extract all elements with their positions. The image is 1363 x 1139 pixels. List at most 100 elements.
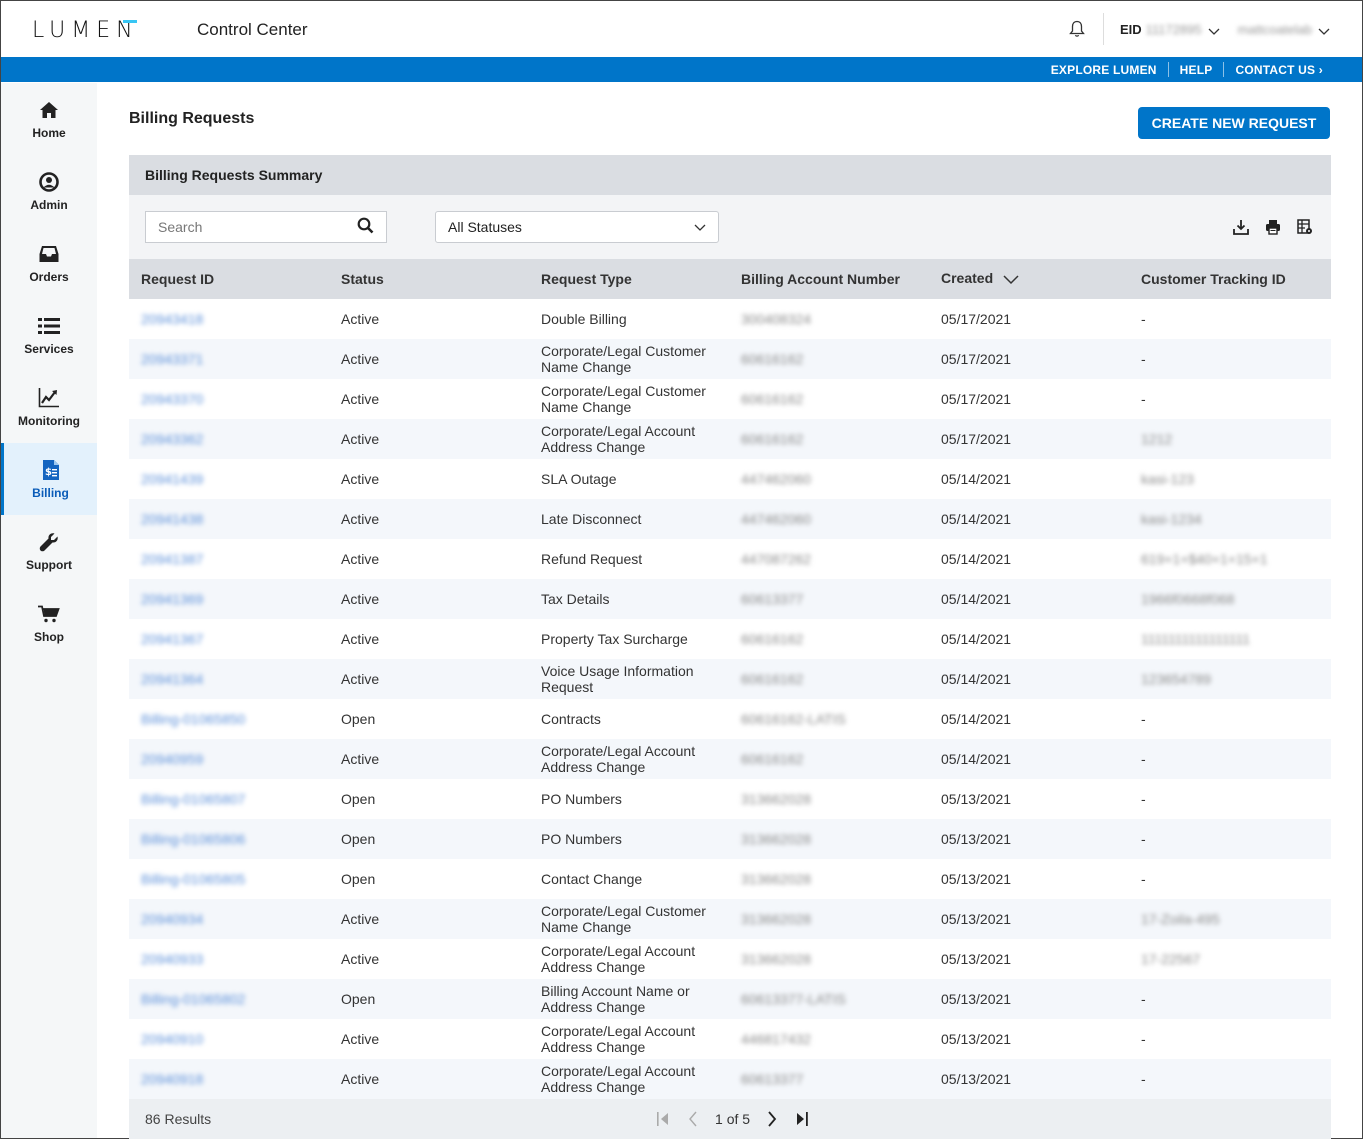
table-row[interactable]: 20940933 Active Corporate/Legal Account Ad… xyxy=(129,939,1331,979)
request-id-cell[interactable]: 20943418 xyxy=(129,299,329,339)
table-row[interactable]: 20940910 Active Corporate/Legal Account Ad… xyxy=(129,1019,1331,1059)
search-field[interactable] xyxy=(145,211,387,243)
last-page-icon[interactable] xyxy=(794,1110,810,1128)
table-row[interactable]: 20943371 Active Corporate/Legal Customer N… xyxy=(129,339,1331,379)
request-id-link[interactable]: 20941367 xyxy=(141,631,203,647)
create-new-request-button[interactable]: CREATE NEW REQUEST xyxy=(1138,107,1330,139)
table-row[interactable]: 20940934 Active Corporate/Legal Customer N… xyxy=(129,899,1331,939)
table-row[interactable]: Billing-01065850 Open Contracts 60616162-LA… xyxy=(129,699,1331,739)
request-id-cell[interactable]: 20941438 xyxy=(129,499,329,539)
request-id-cell[interactable]: Billing-01065850 xyxy=(129,699,329,739)
print-icon[interactable] xyxy=(1263,217,1283,237)
help-link[interactable]: HELP xyxy=(1169,63,1224,77)
sidebar-item-home[interactable]: Home xyxy=(1,83,97,155)
table-row[interactable]: 20943418 Active Double Billing 300408324 05/… xyxy=(129,299,1331,339)
status-cell: Open xyxy=(341,831,376,847)
request-id-cell[interactable]: 20941369 xyxy=(129,579,329,619)
sidebar-item-admin[interactable]: Admin xyxy=(1,155,97,227)
request-id-link[interactable]: 20940933 xyxy=(141,951,203,967)
lumen-logo[interactable]: LUMEN xyxy=(32,18,139,43)
request-id-cell[interactable]: 20940934 xyxy=(129,899,329,939)
table-row[interactable]: 20943370 Active Corporate/Legal Customer N… xyxy=(129,379,1331,419)
table-row[interactable]: 20940918 Active Corporate/Legal Account Ad… xyxy=(129,1059,1331,1099)
request-id-cell[interactable]: Billing-01065807 xyxy=(129,779,329,819)
table-row[interactable]: 20941364 Active Voice Usage Information Re… xyxy=(129,659,1331,699)
request-id-cell[interactable]: 20941439 xyxy=(129,459,329,499)
request-id-link[interactable]: 20940918 xyxy=(141,1071,203,1087)
sidebar-item-orders[interactable]: Orders xyxy=(1,227,97,299)
next-page-icon[interactable] xyxy=(764,1110,780,1128)
request-id-cell[interactable]: 20941387 xyxy=(129,539,329,579)
table-row[interactable]: 20943362 Active Corporate/Legal Account Ad… xyxy=(129,419,1331,459)
request-id-cell[interactable]: 20940933 xyxy=(129,939,329,979)
request-id-link[interactable]: 20941387 xyxy=(141,551,203,567)
request-id-cell[interactable]: 20940959 xyxy=(129,739,329,779)
request-id-cell[interactable]: 20943362 xyxy=(129,419,329,459)
notifications-bell-icon[interactable] xyxy=(1067,19,1087,39)
table-row[interactable]: 20940959 Active Corporate/Legal Account Ad… xyxy=(129,739,1331,779)
column-header-customer-tracking[interactable]: Customer Tracking ID xyxy=(1129,259,1331,299)
column-header-status[interactable]: Status xyxy=(329,259,529,299)
request-id-link[interactable]: Billing-01065806 xyxy=(141,831,245,847)
billing-account-value: 60616162 xyxy=(741,671,804,687)
column-header-created[interactable]: Created xyxy=(929,259,1129,299)
table-row[interactable]: 20941387 Active Refund Request 447087262 05/… xyxy=(129,539,1331,579)
sidebar-item-billing[interactable]: $ Billing xyxy=(1,443,97,515)
sidebar-item-monitoring[interactable]: Monitoring xyxy=(1,371,97,443)
table-row[interactable]: Billing-01065806 Open PO Numbers 313662028 0… xyxy=(129,819,1331,859)
customer-tracking-value: kasi-1234 xyxy=(1141,511,1202,527)
column-settings-icon[interactable] xyxy=(1295,217,1315,237)
request-id-cell[interactable]: Billing-01065802 xyxy=(129,979,329,1019)
request-id-link[interactable]: Billing-01065850 xyxy=(141,711,245,727)
search-icon[interactable] xyxy=(357,217,374,237)
request-id-link[interactable]: 20943362 xyxy=(141,431,203,447)
current-page: 1 xyxy=(715,1111,723,1127)
explore-lumen-link[interactable]: EXPLORE LUMEN xyxy=(1040,63,1168,77)
request-id-link[interactable]: Billing-01065807 xyxy=(141,791,245,807)
request-id-cell[interactable]: 20940910 xyxy=(129,1019,329,1059)
table-row[interactable]: Billing-01065807 Open PO Numbers 313662028 0… xyxy=(129,779,1331,819)
request-id-link[interactable]: 20941364 xyxy=(141,671,203,687)
table-row[interactable]: Billing-01065802 Open Billing Account Name… xyxy=(129,979,1331,1019)
column-header-request-id[interactable]: Request ID xyxy=(129,259,329,299)
request-id-link[interactable]: 20941439 xyxy=(141,471,203,487)
status-filter-select[interactable]: All Statuses xyxy=(435,211,719,243)
download-icon[interactable] xyxy=(1231,217,1251,237)
request-id-link[interactable]: 20941438 xyxy=(141,511,203,527)
table-row[interactable]: 20941369 Active Tax Details 60613377 05/14/2… xyxy=(129,579,1331,619)
request-id-cell[interactable]: Billing-01065806 xyxy=(129,819,329,859)
column-header-request-type[interactable]: Request Type xyxy=(529,259,729,299)
request-id-link[interactable]: 20941369 xyxy=(141,591,203,607)
request-id-link[interactable]: 20943418 xyxy=(141,311,203,327)
request-id-link[interactable]: 20940959 xyxy=(141,751,203,767)
request-id-link[interactable]: 20943370 xyxy=(141,391,203,407)
table-row[interactable]: Billing-01065805 Open Contact Change 313662… xyxy=(129,859,1331,899)
request-id-cell[interactable]: 20941364 xyxy=(129,659,329,699)
logo-accent xyxy=(123,20,137,23)
previous-page-icon[interactable] xyxy=(685,1110,701,1128)
sidebar-item-shop[interactable]: Shop xyxy=(1,587,97,659)
table-row[interactable]: 20941439 Active SLA Outage 447462060 05/14/2… xyxy=(129,459,1331,499)
user-menu[interactable]: mattcoatelab xyxy=(1238,22,1330,37)
request-id-cell[interactable]: 20943371 xyxy=(129,339,329,379)
column-header-billing-account[interactable]: Billing Account Number xyxy=(729,259,929,299)
sidebar-item-services[interactable]: Services xyxy=(1,299,97,371)
first-page-icon[interactable] xyxy=(655,1110,671,1128)
eid-selector[interactable]: EID 11172895 xyxy=(1120,22,1220,37)
contact-us-link[interactable]: CONTACT US › xyxy=(1224,63,1334,77)
request-id-link[interactable]: Billing-01065805 xyxy=(141,871,245,887)
request-id-cell[interactable]: 20941367 xyxy=(129,619,329,659)
search-input[interactable] xyxy=(158,219,357,235)
sidebar-item-support[interactable]: Support xyxy=(1,515,97,587)
request-id-link[interactable]: 20943371 xyxy=(141,351,203,367)
table-row[interactable]: 20941367 Active Property Tax Surcharge 6061… xyxy=(129,619,1331,659)
request-id-cell[interactable]: 20943370 xyxy=(129,379,329,419)
request-id-link[interactable]: 20940910 xyxy=(141,1031,203,1047)
request-id-link[interactable]: Billing-01065802 xyxy=(141,991,245,1007)
sort-descending-icon[interactable] xyxy=(1003,272,1019,288)
request-id-cell[interactable]: Billing-01065805 xyxy=(129,859,329,899)
request-id-link[interactable]: 20940934 xyxy=(141,911,203,927)
table-row[interactable]: 20941438 Active Late Disconnect 447462060 05… xyxy=(129,499,1331,539)
request-id-cell[interactable]: 20940918 xyxy=(129,1059,329,1099)
header-divider xyxy=(1102,13,1104,45)
